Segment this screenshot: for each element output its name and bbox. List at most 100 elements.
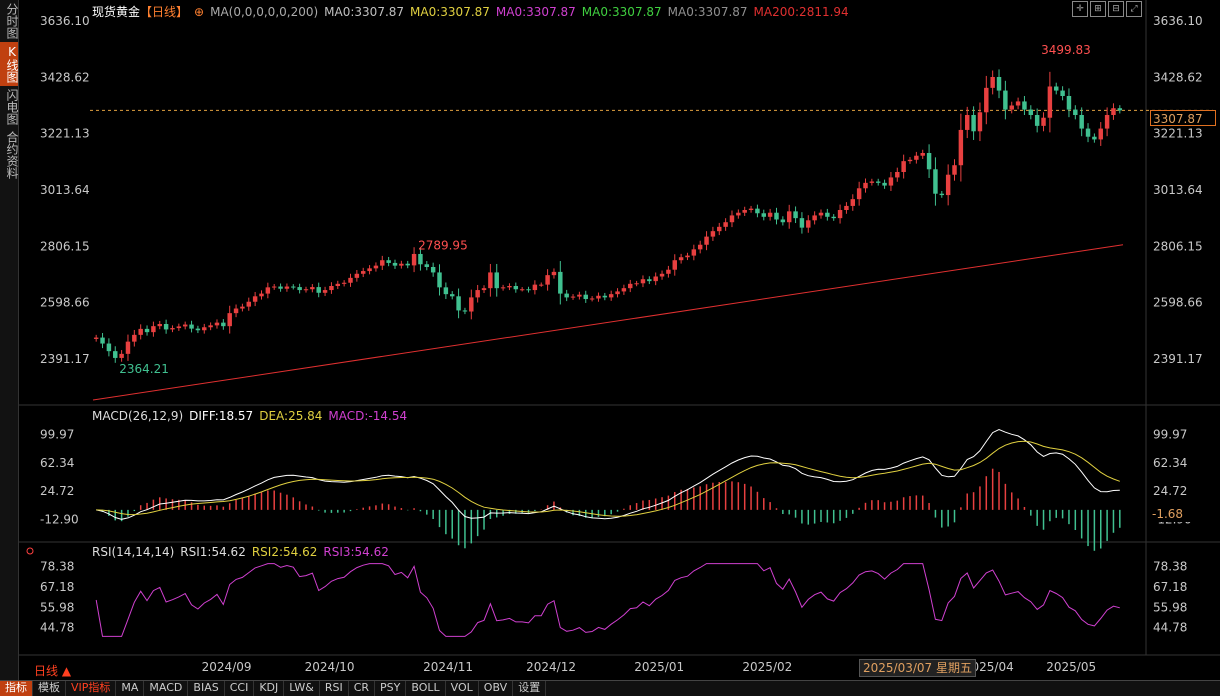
candle-body (939, 193, 945, 196)
y-tick-right: 2598.66 (1153, 296, 1203, 310)
indicator-tab-7[interactable]: KDJ (254, 681, 285, 696)
candle-body (1073, 109, 1078, 115)
candle-body (1066, 96, 1072, 110)
candle-body (475, 290, 480, 298)
indicator-tab-14[interactable]: OBV (479, 681, 514, 696)
candle-body (926, 153, 932, 170)
indicator-tab-6[interactable]: CCI (225, 681, 255, 696)
period-label: 【日线】 (140, 5, 189, 19)
candle-body (513, 286, 519, 290)
candle-body (125, 341, 131, 354)
candle-body (933, 169, 938, 194)
candle-body (443, 287, 449, 295)
candle-body (907, 159, 913, 162)
indicator-tab-5[interactable]: BIAS (188, 681, 225, 696)
candle-body (1098, 128, 1103, 140)
indicator-tab-1[interactable]: 模板 (33, 681, 66, 696)
candle-body (615, 291, 620, 295)
candle-body (500, 287, 506, 289)
candle-body (570, 296, 576, 298)
rsi-settings-icon (26, 547, 34, 555)
candle-body (812, 215, 817, 221)
candle-body (1092, 136, 1097, 140)
candle-body (990, 77, 995, 88)
candle-body (729, 215, 735, 223)
indicator-tab-8[interactable]: LW& (284, 681, 320, 696)
fullscreen-icon[interactable]: ⤢ (1126, 1, 1142, 17)
candle-body (202, 327, 207, 331)
candle-body (691, 249, 697, 256)
candle-body (685, 255, 690, 258)
rsi-y-tick-right: 44.78 (1153, 621, 1187, 635)
x-tick-label: 2025/01 (634, 660, 684, 674)
candle-body (278, 286, 283, 289)
indicator-tab-0[interactable]: 指标 (0, 681, 33, 696)
candle-body (405, 263, 410, 266)
macd-y-tick-left: 24.72 (40, 484, 74, 498)
candle-body (360, 271, 366, 274)
period-selector[interactable]: 日线 ▲ (34, 662, 71, 679)
macd-params[interactable]: MACD(26,12,9) (92, 409, 183, 423)
candle-body (1104, 115, 1110, 129)
zoom-out-icon[interactable]: ⊟ (1108, 1, 1124, 17)
candle-body (214, 322, 220, 326)
candle-body (786, 211, 792, 223)
candle-body (462, 310, 468, 312)
candle-body (1028, 109, 1034, 115)
candle-body (742, 210, 747, 213)
candle-body (895, 172, 900, 178)
candle-body (710, 231, 716, 237)
sidebar-item-timeshare[interactable]: 分时图 (0, 0, 19, 42)
candle-body (818, 212, 824, 216)
indicator-tab-12[interactable]: BOLL (406, 681, 446, 696)
candle-body (583, 294, 588, 300)
ma-value-3: MA0:3307.87 (495, 5, 576, 19)
candle-body (252, 296, 258, 302)
candle-body (545, 275, 550, 285)
indicator-tab-10[interactable]: CR (349, 681, 376, 696)
candle-body (577, 294, 582, 297)
rsi3-value: RSI3:54.62 (323, 545, 389, 559)
indicator-tab-11[interactable]: PSY (375, 681, 407, 696)
indicator-tab-2[interactable]: VIP指标 (66, 681, 117, 696)
candle-body (367, 268, 372, 272)
add-icon[interactable]: ⊕ (194, 5, 204, 19)
indicator-tab-13[interactable]: VOL (446, 681, 479, 696)
candle-body (634, 283, 639, 285)
indicator-tab-15[interactable]: 设置 (513, 681, 547, 696)
sidebar-item-kline[interactable]: K线图 (0, 42, 19, 86)
candle-body (240, 306, 245, 309)
candle-body (628, 283, 633, 289)
candle-body (672, 260, 677, 270)
candle-body (519, 289, 525, 291)
candle-body (271, 286, 277, 288)
candle-body (539, 284, 544, 286)
candle-body (1034, 115, 1040, 126)
candle-body (297, 287, 302, 291)
crosshair-icon[interactable]: ✛ (1072, 1, 1088, 17)
chart-canvas[interactable]: 3636.10 3636.10 3428.62 3428.62 3221.13 3221.… (18, 0, 1220, 680)
macd-legend: MACD(26,12,9) DIFF:18.57 DEA:25.84 MACD:-14… (92, 409, 413, 423)
macd-y-tick-left: -12.90 (40, 513, 79, 527)
sidebar-item-contract-info[interactable]: 合约资料 (0, 128, 19, 182)
rsi-y-tick-left: 44.78 (40, 621, 74, 635)
ma-params[interactable]: MA(0,0,0,0,0,200) (210, 5, 318, 19)
indicator-tab-9[interactable]: RSI (320, 681, 349, 696)
rsi-params[interactable]: RSI(14,14,14) (92, 545, 174, 559)
macd-y-tick-right: 24.72 (1153, 484, 1187, 498)
indicator-tab-3[interactable]: MA (116, 681, 145, 696)
candle-body (113, 351, 118, 358)
candle-body (494, 272, 499, 289)
indicator-tab-4[interactable]: MACD (144, 681, 189, 696)
candle-body (640, 279, 646, 284)
candle-body (958, 129, 964, 166)
zoom-in-icon[interactable]: ⊞ (1090, 1, 1106, 17)
y-tick-right: 3221.13 (1153, 127, 1203, 141)
ma200-line (92, 244, 1124, 401)
rsi-y-tick-left: 55.98 (40, 600, 74, 614)
sidebar-item-flash[interactable]: 闪电图 (0, 86, 19, 128)
candle-body (736, 212, 741, 216)
candle-body (666, 269, 671, 274)
candle-body (119, 353, 124, 358)
candle-body (176, 326, 182, 329)
